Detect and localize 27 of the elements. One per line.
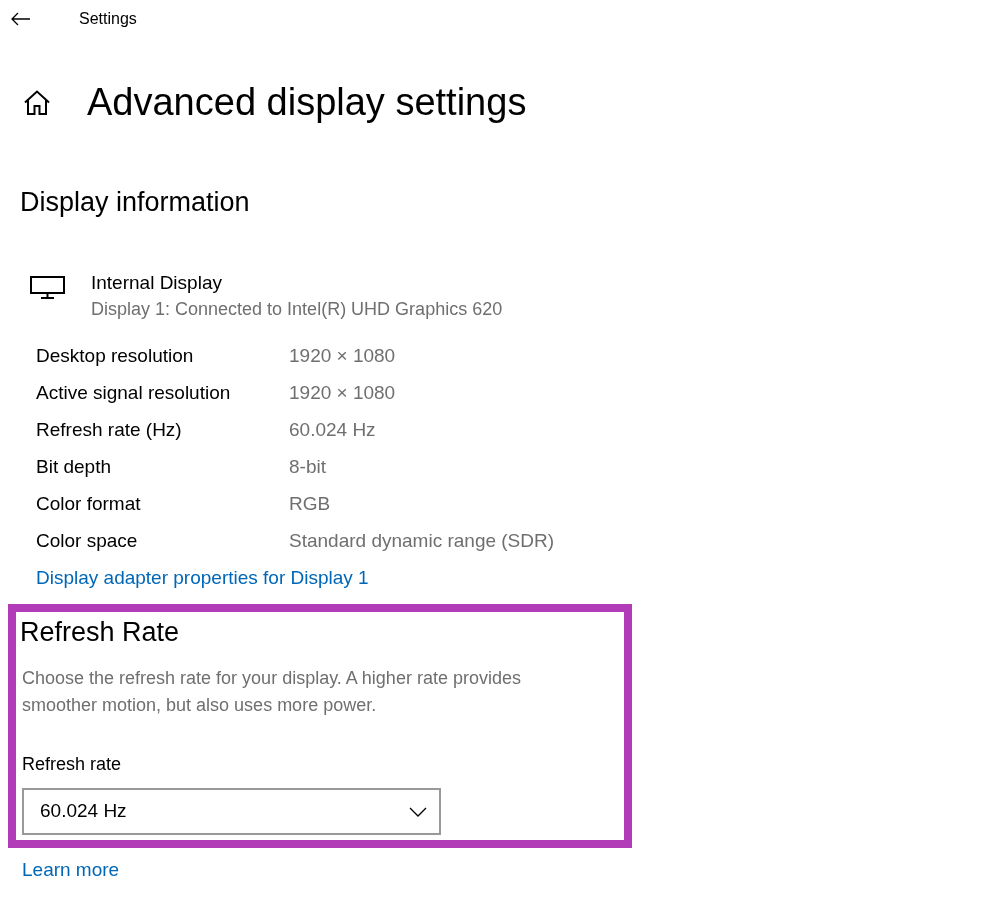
back-arrow-icon[interactable]: [11, 12, 31, 26]
property-value: 1920 × 1080: [289, 381, 396, 405]
property-value: 8-bit: [289, 455, 326, 479]
property-label: Refresh rate (Hz): [36, 418, 183, 442]
window-title: Settings: [79, 9, 137, 29]
section-description: Choose the refresh rate for your display. A higher rate provides smoother motion, but also uses more power.: [22, 667, 522, 717]
property-label: Bit depth: [36, 455, 112, 479]
monitor-icon: [30, 276, 65, 299]
page-title: Advanced display settings: [87, 80, 527, 125]
chevron-down-icon: [409, 806, 427, 817]
refresh-rate-dropdown[interactable]: 60.024 Hz: [22, 788, 441, 835]
property-label: Color space: [36, 529, 139, 553]
property-value: RGB: [289, 492, 331, 516]
property-label: Color format: [36, 492, 142, 516]
property-value: 1920 × 1080: [289, 344, 396, 368]
display-description: Display 1: Connected to Intel(R) UHD Graphics 620: [91, 298, 503, 321]
home-icon[interactable]: [24, 89, 50, 115]
section-heading: Refresh Rate: [20, 616, 180, 649]
property-label: Active signal resolution: [36, 381, 232, 405]
learn-more-link[interactable]: Learn more: [22, 857, 120, 883]
display-name: Internal Display: [91, 271, 222, 295]
adapter-properties-link[interactable]: Display adapter properties for Display 1: [36, 559, 369, 596]
section-heading: Display information: [20, 186, 250, 219]
property-value: 60.024 Hz: [289, 418, 376, 442]
property-label: Desktop resolution: [36, 344, 195, 368]
property-value: Standard dynamic range (SDR): [289, 529, 555, 553]
field-label: Refresh rate: [22, 753, 122, 776]
